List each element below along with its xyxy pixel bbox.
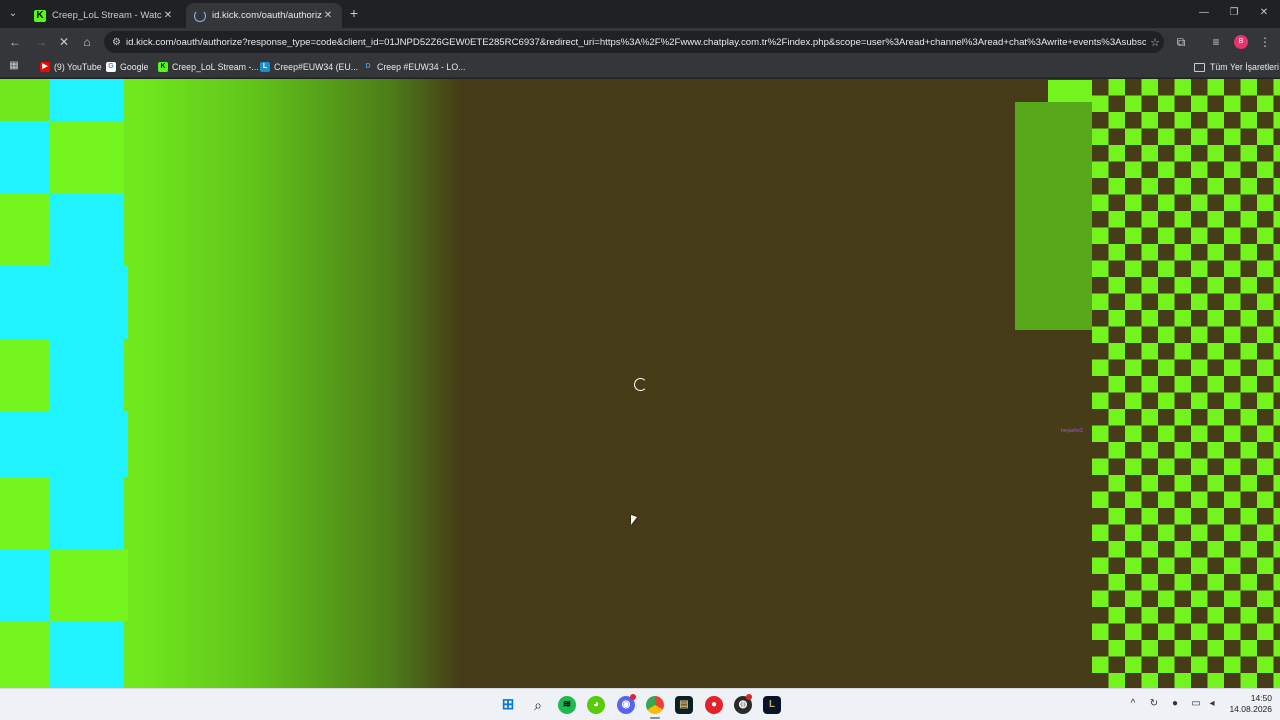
clock-time: 14:50 (1250, 693, 1272, 703)
overlay-username: heyashe3 (1061, 428, 1083, 434)
leagueofgraphs-icon: L (260, 62, 270, 72)
duolingo-icon[interactable]: ◕ (587, 696, 605, 714)
spotify-icon[interactable]: ≋ (558, 696, 576, 714)
red-app-icon[interactable]: ● (705, 696, 723, 714)
cyan-block (50, 193, 124, 265)
profile-avatar[interactable]: B (1234, 35, 1248, 49)
bookmark-label: (9) YouTube (54, 62, 102, 72)
site-info-icon[interactable]: ⚙ (112, 37, 126, 48)
bookmark-label: Creep #EUW34 - LO... (377, 62, 466, 72)
lime-block (1048, 80, 1092, 102)
cyan-block (50, 477, 124, 549)
clock[interactable]: 14:50 14.08.2026 (1220, 693, 1272, 715)
tab-kick-oauth[interactable]: id.kick.com/oauth/authorize?re ✕ (186, 3, 342, 28)
apps-grid-icon[interactable]: ▦ (8, 60, 20, 72)
youtube-icon: ▶ (40, 62, 50, 72)
kick-icon: K (34, 9, 46, 22)
bookmark-google[interactable]: G Google (106, 59, 148, 75)
notification-badge (746, 694, 752, 700)
lol-client-icon[interactable]: ▤ (675, 696, 693, 714)
lime-block (50, 121, 124, 193)
forward-icon[interactable]: → (32, 33, 50, 51)
cyan-block (0, 549, 50, 621)
tab-close-icon[interactable]: ✕ (322, 10, 334, 21)
bookmark-label: Creep_LoL Stream -... (172, 62, 259, 72)
bookmark-creep-euw[interactable]: L Creep#EUW34 (EU... (260, 59, 358, 75)
cyan-block (0, 265, 128, 339)
mouse-cursor-icon (631, 514, 637, 528)
lime-block (0, 621, 50, 688)
menu-icon[interactable]: ⋮ (1256, 33, 1274, 51)
google-icon: G (106, 62, 116, 72)
active-app-indicator (650, 717, 660, 719)
back-icon[interactable]: ← (6, 33, 24, 51)
home-icon[interactable]: ⌂ (78, 33, 96, 51)
loading-spinner-icon (194, 9, 206, 22)
bookmark-star-icon[interactable]: ☆ (1146, 36, 1164, 49)
all-bookmarks-button[interactable]: Tüm Yer İşaretleri (1194, 59, 1279, 75)
chrome-icon[interactable] (646, 696, 664, 714)
folder-icon (1194, 62, 1205, 72)
volume-icon[interactable]: ◂ (1205, 698, 1219, 709)
stop-icon[interactable]: ✕ (55, 33, 73, 51)
bookmark-label: Creep#EUW34 (EU... (274, 62, 359, 72)
cyan-block (50, 339, 124, 411)
media-control-icon[interactable]: ≡ (1207, 33, 1225, 51)
loading-spinner-icon (634, 378, 647, 391)
tab-title: Creep_LoL Stream - Watch Live (52, 10, 162, 21)
notification-badge (630, 694, 636, 700)
bookmark-youtube[interactable]: ▶ (9) YouTube (40, 59, 102, 75)
bookmark-creep-stream[interactable]: K Creep_LoL Stream -... (158, 59, 259, 75)
restore-icon[interactable]: ❐ (1220, 4, 1248, 22)
green-panel (1015, 102, 1093, 330)
cyan-block (0, 411, 128, 477)
url-text[interactable]: id.kick.com/oauth/authorize?response_typ… (126, 37, 1146, 48)
tab-strip: ⌄ K Creep_LoL Stream - Watch Live ✕ id.k… (0, 0, 1280, 28)
tab-title: id.kick.com/oauth/authorize?re (212, 10, 322, 21)
lime-block (0, 193, 50, 265)
cyan-block (50, 621, 124, 688)
new-tab-button[interactable]: + (346, 5, 362, 21)
address-bar[interactable]: ⚙ id.kick.com/oauth/authorize?response_t… (104, 31, 1164, 53)
network-icon[interactable]: ▭ (1189, 698, 1203, 709)
page-viewport: heyashe3 (0, 79, 1280, 688)
tab-search-icon[interactable]: ⌄ (4, 5, 22, 23)
lime-block (0, 477, 50, 549)
dpm-icon: D (365, 63, 371, 70)
lime-block (0, 339, 50, 411)
tray-chevron-icon[interactable]: ^ (1126, 698, 1140, 709)
extensions-icon[interactable]: ⧉ (1172, 33, 1190, 51)
microphone-icon[interactable]: ● (1168, 698, 1182, 709)
lime-block (50, 549, 128, 621)
close-window-icon[interactable]: ✕ (1250, 4, 1278, 22)
tab-close-icon[interactable]: ✕ (162, 10, 174, 21)
all-bookmarks-label: Tüm Yer İşaretleri (1210, 62, 1279, 72)
bookmark-label: Google (120, 62, 149, 72)
browser-toolbar: ← → ✕ ⌂ ⚙ id.kick.com/oauth/authorize?re… (0, 28, 1280, 56)
bookmark-creep-lol[interactable]: D Creep #EUW34 - LO... (363, 59, 466, 75)
tab-creep-stream[interactable]: K Creep_LoL Stream - Watch Live ✕ (26, 3, 182, 28)
clock-date: 14.08.2026 (1229, 704, 1272, 714)
kick-icon: K (158, 62, 168, 72)
update-icon[interactable]: ↻ (1147, 698, 1161, 709)
taskbar: ⊞ ⌕ ≋ ◕ ◉ ▤ ● ◍ L ^ ↻ ● ▭ ◂ 14:50 14.08.… (0, 688, 1280, 720)
league-icon[interactable]: L (763, 696, 781, 714)
search-icon[interactable]: ⌕ (529, 696, 547, 714)
cyan-block (0, 121, 50, 193)
bookmarks-bar: ▦ ▶ (9) YouTube G Google K Creep_LoL Str… (0, 56, 1280, 78)
windows-start-icon[interactable]: ⊞ (499, 696, 517, 714)
minimize-icon[interactable]: — (1190, 4, 1218, 22)
checker-pattern (1092, 79, 1280, 688)
cyan-block (50, 79, 124, 121)
